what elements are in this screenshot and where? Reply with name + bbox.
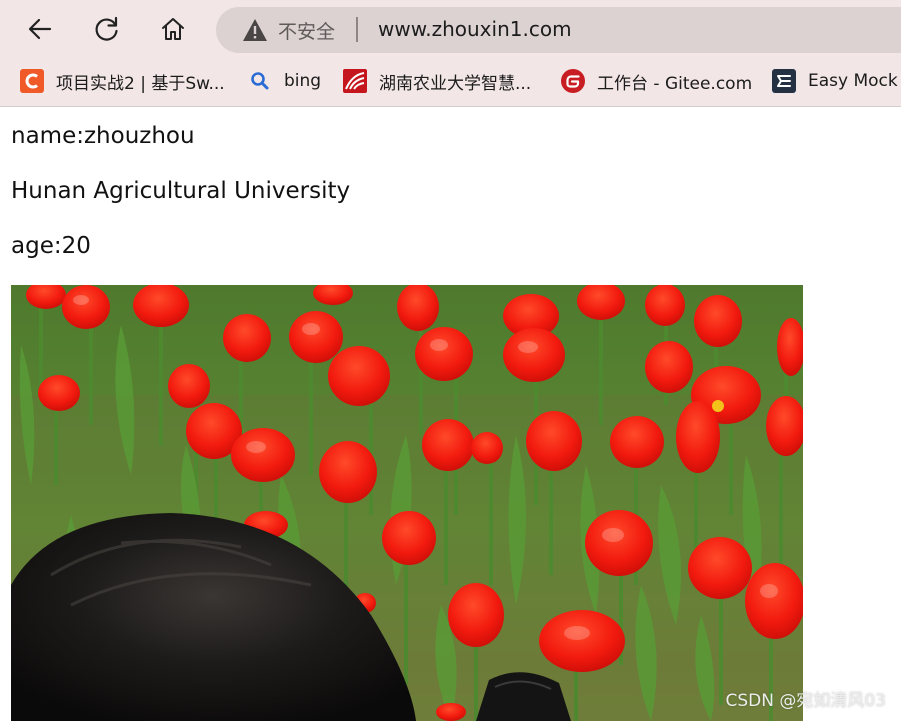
bookmarks-bar: 项目实战2 | 基于Sw... bing 湖南农业大学智慧... 工作台 - G… <box>0 58 901 107</box>
refresh-icon <box>95 16 118 41</box>
bookmark-csdn-project[interactable]: 项目实战2 | 基于Sw... <box>20 66 225 96</box>
bookmark-label: Easy Mock <box>808 71 898 91</box>
gitee-logo-icon <box>561 69 585 93</box>
search-icon <box>248 69 272 93</box>
bookmark-label: 项目实战2 | 基于Sw... <box>56 73 225 94</box>
university-logo-icon <box>343 69 367 93</box>
page-content: name:zhouzhou Hunan Agricultural Univers… <box>0 107 901 721</box>
home-button[interactable] <box>151 7 195 51</box>
bookmark-gitee[interactable]: 工作台 - Gitee.com <box>561 66 752 96</box>
back-button[interactable] <box>18 7 62 51</box>
bookmark-hunau-smart[interactable]: 湖南农业大学智慧... <box>343 66 531 96</box>
school-text: Hunan Agricultural University <box>11 178 351 204</box>
home-icon <box>162 18 184 40</box>
bookmark-easy-mock[interactable]: Easy Mock <box>772 66 898 96</box>
address-separator <box>356 17 358 42</box>
browser-toolbar: 不安全 www.zhouxin1.com <box>0 0 901 58</box>
tulip-field-photo <box>11 285 803 721</box>
age-text: age:20 <box>11 233 91 259</box>
refresh-button[interactable] <box>85 7 129 51</box>
bookmark-label: bing <box>284 71 322 91</box>
csdn-logo-icon <box>20 69 44 93</box>
easymock-logo-icon <box>772 69 796 93</box>
csdn-watermark: CSDN @宛如清风03 <box>725 691 886 711</box>
warning-icon <box>243 19 267 41</box>
bookmark-label: 工作台 - Gitee.com <box>597 73 753 94</box>
bookmark-label: 湖南农业大学智慧... <box>379 73 532 94</box>
bookmark-bing[interactable]: bing <box>248 66 321 96</box>
name-text: name:zhouzhou <box>11 123 195 149</box>
address-bar[interactable]: 不安全 www.zhouxin1.com <box>216 7 901 53</box>
security-status-label[interactable]: 不安全 <box>278 17 335 44</box>
back-arrow-icon <box>28 18 52 40</box>
url-text[interactable]: www.zhouxin1.com <box>378 17 572 41</box>
